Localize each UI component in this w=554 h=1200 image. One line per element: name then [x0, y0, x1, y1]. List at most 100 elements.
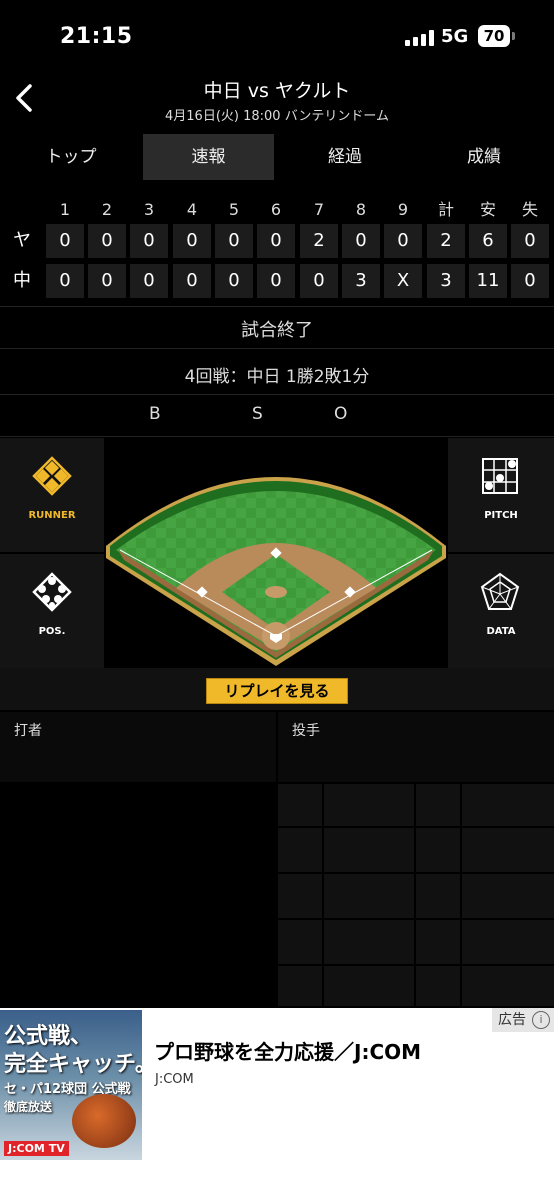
page-title: 中日 vs ヤクルト [203, 80, 351, 102]
grid-cell [324, 920, 414, 964]
baseball-field[interactable] [106, 438, 446, 666]
score-cell: 0 [88, 224, 126, 258]
score-cell: X [384, 264, 422, 298]
grid-cell [278, 828, 322, 872]
stats-grid [278, 784, 554, 1006]
divider [0, 394, 554, 395]
grid-cell [462, 966, 554, 1006]
tab-bar: トップ 速報 経過 成績 [0, 134, 554, 180]
batter-label: 打者 [14, 723, 42, 739]
grid-cell [462, 874, 554, 918]
ad-banner[interactable]: 公式戦、 完全キャッチ。 セ・パ12球団 公式戦 徹底放送 J:COM TV プ… [0, 1008, 554, 1200]
runner-label: RUNNER [28, 510, 76, 521]
grid-cell [416, 920, 460, 964]
grid-cell [278, 874, 322, 918]
grid-cell [462, 784, 554, 826]
score-cell: 0 [257, 224, 295, 258]
battery-icon: 70 [478, 25, 510, 47]
pitch-label: PITCH [484, 510, 518, 521]
tab-stats[interactable]: 成績 [414, 134, 554, 180]
ad-image-text: 完全キャッチ。 [4, 1052, 142, 1077]
batter-panel: 打者 [0, 712, 276, 782]
score-cell: 0 [384, 224, 422, 258]
battery-tip [512, 32, 515, 40]
divider [0, 436, 554, 437]
ad-image-text: 徹底放送 [4, 1100, 53, 1114]
ad-badge[interactable]: 広告 i [492, 1008, 554, 1032]
grid-cell [278, 966, 322, 1006]
strike-count-label: S [252, 404, 263, 424]
tab-progress[interactable]: 経過 [276, 134, 414, 180]
scoreboard-header: 1 2 3 4 5 6 7 8 9 計 安 失 [0, 196, 554, 224]
score-row-home: 中 0 0 0 0 0 0 0 3 X 3 11 0 [0, 264, 554, 298]
grid-cell [462, 828, 554, 872]
pitch-grid-icon [482, 458, 518, 494]
runner-button[interactable]: RUNNER [0, 438, 104, 552]
hits-header: 安 [479, 200, 496, 219]
grid-cell [324, 966, 414, 1006]
replay-button[interactable]: リプレイを見る [206, 678, 348, 704]
data-label: DATA [486, 626, 516, 637]
total-hits: 11 [469, 264, 507, 298]
total-errors: 0 [511, 264, 549, 298]
score-cell: 0 [130, 264, 168, 298]
network-type: 5G [441, 26, 469, 47]
score-cell: 0 [130, 224, 168, 258]
game-info: 4月16日(火) 18:00 バンテリンドーム [165, 109, 389, 124]
grid-cell [462, 920, 554, 964]
inning-header: 5 [228, 200, 240, 219]
score-cell: 0 [173, 224, 211, 258]
divider [0, 348, 554, 349]
ad-brand-logo: J:COM TV [4, 1141, 69, 1156]
inning-header: 1 [59, 200, 71, 219]
ball-count-label: B [149, 404, 161, 424]
ad-image[interactable]: 公式戦、 完全キャッチ。 セ・パ12球団 公式戦 徹底放送 J:COM TV [0, 1010, 142, 1160]
total-hits: 6 [469, 224, 507, 258]
grid-cell [278, 920, 322, 964]
score-cell: 2 [300, 224, 338, 258]
tab-top[interactable]: トップ [0, 134, 142, 180]
pitch-button[interactable]: PITCH [448, 438, 554, 552]
score-cell: 0 [300, 264, 338, 298]
grid-cell [416, 828, 460, 872]
grid-cell [324, 828, 414, 872]
info-icon: i [532, 1011, 550, 1029]
inning-header: 6 [270, 200, 282, 219]
series-record: 4回戦：中日 1勝2敗1分 [184, 367, 370, 387]
grid-cell [416, 784, 460, 826]
data-button[interactable]: DATA [448, 554, 554, 668]
runs-header: 計 [437, 200, 454, 219]
game-header: 中日 vs ヤクルト 4月16日(火) 18:00 バンテリンドーム [0, 70, 554, 130]
game-status: 試合終了 [241, 320, 313, 341]
position-button[interactable]: POS. [0, 554, 104, 668]
score-row-away: ヤ 0 0 0 0 0 0 2 0 0 2 6 0 [0, 224, 554, 258]
inning-header: 8 [355, 200, 367, 219]
inning-header: 4 [186, 200, 198, 219]
score-cell: 0 [46, 224, 84, 258]
runner-icon [32, 456, 72, 496]
tab-live[interactable]: 速報 [143, 134, 274, 180]
total-runs: 2 [427, 224, 465, 258]
score-cell: 0 [215, 264, 253, 298]
score-cell: 0 [173, 264, 211, 298]
score-cell: 0 [215, 224, 253, 258]
score-cell: 0 [46, 264, 84, 298]
team-name: 中 [13, 270, 31, 291]
score-cell: 0 [88, 264, 126, 298]
position-icon [32, 572, 72, 612]
grid-cell [324, 784, 414, 826]
inning-header: 2 [101, 200, 113, 219]
score-cell: 0 [342, 224, 380, 258]
score-cell: 3 [342, 264, 380, 298]
radar-chart-icon [480, 572, 520, 610]
signal-icon [405, 30, 435, 46]
pitcher-panel: 投手 [278, 712, 554, 782]
grid-cell [324, 874, 414, 918]
total-errors: 0 [511, 224, 549, 258]
status-bar: 21:15 5G 70 [0, 0, 554, 70]
ad-advertiser: J:COM [155, 1072, 194, 1087]
position-label: POS. [38, 626, 66, 637]
pitcher-label: 投手 [292, 723, 320, 739]
grid-cell [416, 874, 460, 918]
ad-title[interactable]: プロ野球を全力応援／J:COM [154, 1036, 421, 1065]
